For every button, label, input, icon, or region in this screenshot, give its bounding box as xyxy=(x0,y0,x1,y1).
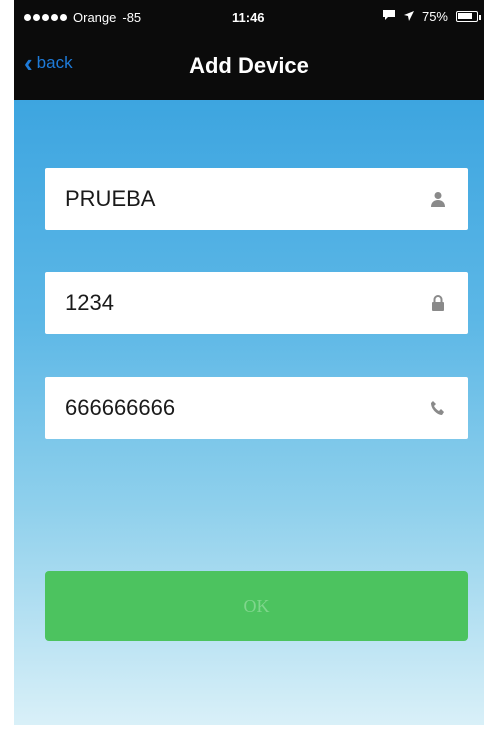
top-bar: Orange -85 11:46 75% ‹ back Add Device xyxy=(14,0,484,100)
message-icon xyxy=(382,9,396,24)
ok-button-label: OK xyxy=(243,595,270,616)
carrier-label: Orange xyxy=(73,10,117,25)
lock-icon xyxy=(428,293,448,313)
name-field[interactable]: PRUEBA xyxy=(45,168,468,230)
status-bar: Orange -85 11:46 75% xyxy=(14,0,484,34)
user-icon xyxy=(428,189,448,209)
signal-strength: -85 xyxy=(122,10,142,25)
status-left: Orange -85 xyxy=(24,10,141,25)
phone-input-value: 666666666 xyxy=(65,395,176,420)
phone-icon xyxy=(428,398,448,418)
signal-dots-icon xyxy=(24,14,67,21)
name-input-value: PRUEBA xyxy=(65,186,156,211)
nav-bar: ‹ back Add Device xyxy=(14,40,484,96)
page-title: Add Device xyxy=(189,53,309,78)
password-field[interactable]: 1234 xyxy=(45,272,468,334)
password-input-value: 1234 xyxy=(65,290,114,315)
location-arrow-icon xyxy=(403,9,414,24)
status-right: 75% xyxy=(382,9,481,24)
status-time: 11:46 xyxy=(232,10,265,25)
battery-icon xyxy=(456,11,481,22)
content-area: PRUEBA 1234 666666666 OK xyxy=(14,100,484,725)
battery-percent: 75% xyxy=(421,9,448,24)
phone-field[interactable]: 666666666 xyxy=(45,377,468,439)
ok-button[interactable]: OK xyxy=(45,571,468,641)
